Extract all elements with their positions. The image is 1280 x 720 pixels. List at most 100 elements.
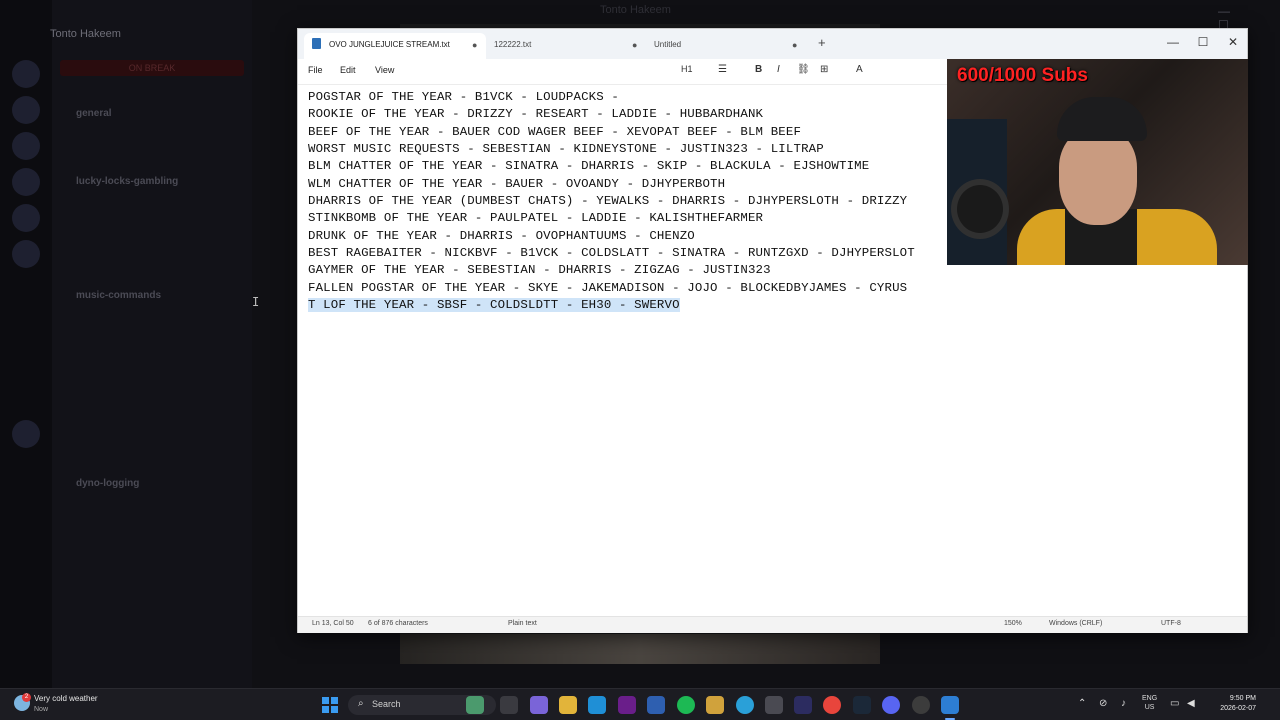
close-button[interactable]: ✕ bbox=[1218, 31, 1248, 55]
text-line: BEEF OF THE YEAR - BAUER COD WAGER BEEF … bbox=[308, 125, 802, 139]
server-icon[interactable] bbox=[12, 96, 40, 124]
tab-label: OVO JUNGLEJUICE STREAM.txt bbox=[329, 40, 450, 49]
bg-alert-banner: ON BREAK bbox=[60, 60, 244, 76]
chevron-up-icon[interactable]: ⌃ bbox=[1078, 698, 1086, 709]
task-view-icon[interactable] bbox=[500, 696, 518, 714]
channel-item[interactable]: dyno-logging bbox=[76, 478, 139, 489]
weather-text[interactable]: Very cold weather bbox=[34, 694, 98, 703]
file-type[interactable]: Plain text bbox=[508, 620, 537, 627]
channel-item[interactable]: general bbox=[76, 108, 112, 119]
obs-icon[interactable] bbox=[912, 696, 930, 714]
unsaved-dot-icon[interactable]: ● bbox=[632, 33, 637, 57]
selection-highlight: T LOF THE YEAR - SBSF - COLDSLDTT - EH30… bbox=[308, 298, 680, 312]
cursor-position: Ln 13, Col 50 bbox=[312, 620, 354, 627]
steam-icon[interactable] bbox=[853, 696, 871, 714]
app-icon[interactable] bbox=[794, 696, 812, 714]
menu-edit[interactable]: Edit bbox=[340, 65, 356, 75]
notepad-taskbar-icon[interactable] bbox=[941, 696, 959, 720]
telegram-icon[interactable] bbox=[736, 696, 754, 714]
notepad-icon bbox=[312, 38, 321, 49]
heading-dropdown[interactable]: H1 bbox=[681, 64, 693, 74]
line-ending[interactable]: Windows (CRLF) bbox=[1049, 620, 1102, 627]
subs-goal-overlay: 600/1000 Subs bbox=[957, 65, 1088, 86]
clock[interactable]: 9:50 PM 2026-02-07 bbox=[1210, 694, 1256, 714]
webcam-person-face bbox=[1059, 129, 1137, 225]
encoding[interactable]: UTF-8 bbox=[1161, 620, 1181, 627]
tab-ovo-junglejuice[interactable]: OVO JUNGLEJUICE STREAM.txt ● bbox=[304, 33, 486, 59]
server-icon[interactable] bbox=[12, 240, 40, 268]
minimize-button[interactable]: — bbox=[1158, 31, 1188, 55]
search-icon: ⌕ bbox=[358, 698, 364, 709]
text-line: FALLEN POGSTAR OF THE YEAR - SKYE - JAKE… bbox=[308, 281, 908, 295]
unsaved-dot-icon[interactable]: ● bbox=[472, 33, 477, 57]
edge-icon[interactable] bbox=[588, 696, 606, 714]
webcam-steering-wheel bbox=[951, 179, 1009, 239]
unsaved-dot-icon[interactable]: ● bbox=[792, 33, 797, 57]
webcam-overlay: 600/1000 Subs bbox=[947, 59, 1248, 265]
text-line: BLM CHATTER OF THE YEAR - SINATRA - DHAR… bbox=[308, 159, 870, 173]
server-icon[interactable] bbox=[12, 132, 40, 160]
channel-item[interactable]: music-commands bbox=[76, 290, 161, 301]
chrome-icon[interactable] bbox=[823, 696, 841, 714]
server-icon[interactable] bbox=[12, 60, 40, 88]
app-icon[interactable] bbox=[647, 696, 665, 714]
text-line: BEST RAGEBAITER - NICKBVF - B1VCK - COLD… bbox=[308, 246, 915, 260]
start-button[interactable] bbox=[322, 697, 338, 713]
clock-time: 9:50 PM bbox=[1229, 695, 1256, 702]
text-cursor-icon: I bbox=[252, 295, 260, 309]
channel-list bbox=[52, 0, 252, 688]
title-bar: OVO JUNGLEJUICE STREAM.txt ● 122222.txt … bbox=[298, 29, 1247, 59]
server-sidebar bbox=[0, 0, 52, 688]
table-icon[interactable]: ⊞ bbox=[820, 64, 828, 75]
server-icon[interactable] bbox=[12, 204, 40, 232]
language-indicator[interactable]: ENG US bbox=[1142, 694, 1157, 712]
bold-icon[interactable]: B bbox=[755, 64, 762, 75]
text-line: STINKBOMB OF THE YEAR - PAULPATEL - LADD… bbox=[308, 211, 764, 225]
bg-window-title: Tonto Hakeem bbox=[600, 4, 671, 16]
channel-item[interactable]: lucky-locks-gambling bbox=[76, 176, 178, 187]
character-count: 6 of 876 characters bbox=[368, 620, 428, 627]
copilot-icon[interactable] bbox=[530, 696, 548, 714]
network-icon[interactable]: ⊘ bbox=[1099, 698, 1107, 709]
text-line: WORST MUSIC REQUESTS - SEBESTIAN - KIDNE… bbox=[308, 142, 824, 156]
menu-file[interactable]: File bbox=[308, 65, 323, 75]
weather-subtext: Now bbox=[34, 706, 49, 713]
notification-badge: 2 bbox=[22, 693, 31, 702]
italic-icon[interactable]: I bbox=[777, 64, 780, 75]
discord-icon[interactable] bbox=[882, 696, 900, 714]
server-icon[interactable] bbox=[12, 168, 40, 196]
tab-label: 122222.txt bbox=[494, 40, 532, 49]
maximize-button[interactable]: ☐ bbox=[1188, 31, 1218, 55]
link-icon[interactable]: ⛓ bbox=[797, 64, 810, 75]
tab-122222[interactable]: 122222.txt ● bbox=[486, 33, 646, 59]
status-bar: Ln 13, Col 50 6 of 876 characters Plain … bbox=[298, 616, 1247, 633]
widgets-icon[interactable] bbox=[466, 696, 484, 714]
clear-formatting-icon[interactable]: A bbox=[856, 64, 863, 75]
file-explorer-icon[interactable] bbox=[559, 696, 577, 714]
clock-date: 2026-02-07 bbox=[1220, 705, 1256, 712]
display-icon[interactable]: ▭ bbox=[1170, 698, 1179, 709]
app-icon[interactable] bbox=[706, 696, 724, 714]
text-line: DHARRIS OF THE YEAR (DUMBEST CHATS) - YE… bbox=[308, 194, 908, 208]
text-line: GAYMER OF THE YEAR - SEBESTIAN - DHARRIS… bbox=[308, 263, 771, 277]
nzxt-icon[interactable] bbox=[618, 696, 636, 714]
zoom-level[interactable]: 150% bbox=[1004, 620, 1022, 627]
tab-untitled[interactable]: Untitled ● bbox=[646, 33, 806, 59]
text-line: WLM CHATTER OF THE YEAR - BAUER - OVOAND… bbox=[308, 177, 726, 191]
volume-icon[interactable]: ◀ bbox=[1187, 698, 1195, 709]
microphone-icon[interactable]: ♪ bbox=[1121, 698, 1126, 709]
bg-image-strip bbox=[400, 634, 880, 664]
text-line: ROOKIE OF THE YEAR - DRIZZY - RESEART - … bbox=[308, 107, 764, 121]
list-icon[interactable]: ☰ bbox=[718, 64, 727, 75]
selected-text-line: T LOF THE YEAR - SBSF - COLDSLDTT - EH30… bbox=[308, 298, 680, 312]
menu-view[interactable]: View bbox=[375, 65, 394, 75]
text-line: POGSTAR OF THE YEAR - B1VCK - LOUDPACKS … bbox=[308, 90, 620, 104]
language-code: ENG bbox=[1142, 695, 1158, 702]
add-tab-button[interactable]: + bbox=[818, 35, 826, 50]
snipping-tool-icon[interactable] bbox=[765, 696, 783, 714]
region-code: US bbox=[1144, 704, 1155, 711]
tab-label: Untitled bbox=[654, 40, 682, 49]
search-label: Search bbox=[372, 699, 401, 709]
server-icon[interactable] bbox=[12, 420, 40, 448]
spotify-icon[interactable] bbox=[677, 696, 695, 714]
